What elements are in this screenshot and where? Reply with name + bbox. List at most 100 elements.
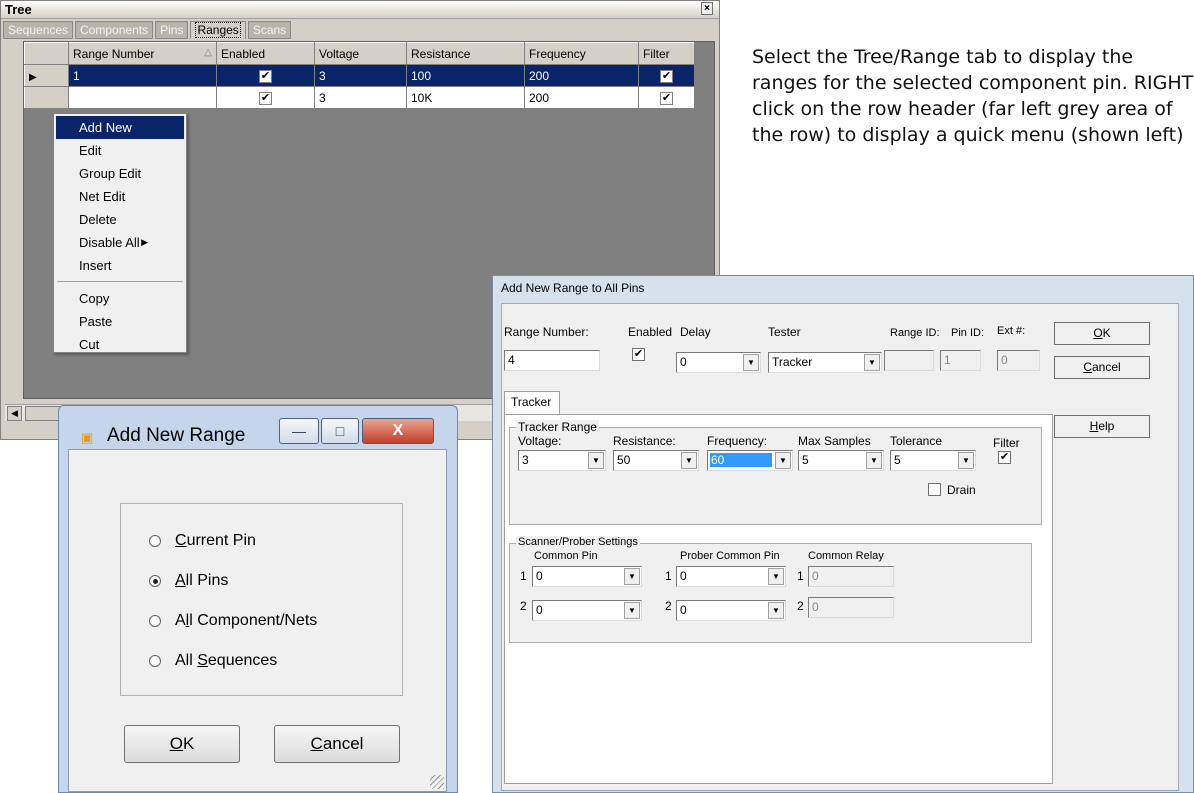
dropdown-icon[interactable]: ▼ (864, 354, 880, 371)
dropdown-icon[interactable]: ▼ (588, 452, 604, 469)
dropdown-icon[interactable]: ▼ (866, 452, 882, 469)
tab-ranges[interactable]: Ranges (190, 21, 246, 39)
cell-frequency[interactable]: 200 (524, 64, 639, 87)
dropdown-icon[interactable]: ▼ (768, 568, 784, 585)
max-samples-select[interactable]: 5 ▼ (798, 450, 884, 471)
tab-scans[interactable]: Scans (247, 21, 292, 39)
cell-resistance[interactable]: 10K (406, 86, 525, 109)
cell-filter[interactable]: ✔ (638, 64, 695, 87)
col-resistance[interactable]: Resistance (406, 42, 525, 65)
menu-item-edit[interactable]: Edit (54, 139, 186, 162)
tab-sequences[interactable]: Sequences (3, 21, 74, 39)
radio-button[interactable] (149, 535, 161, 547)
common-pin-2-select[interactable]: 0 ▼ (532, 600, 642, 621)
menu-item-group-edit[interactable]: Group Edit (54, 162, 186, 185)
col-voltage[interactable]: Voltage (314, 42, 407, 65)
menu-item-copy[interactable]: Copy (54, 287, 186, 310)
ok-button[interactable]: OK (124, 725, 240, 763)
label-part: urrent Pin (186, 532, 256, 549)
dropdown-icon[interactable]: ▼ (775, 452, 791, 469)
tab-pins[interactable]: Pins (155, 21, 189, 39)
row-number: 2 (520, 599, 527, 613)
check-icon[interactable]: ✔ (259, 70, 272, 83)
row-header[interactable]: ▶ (24, 64, 69, 87)
resistance-select[interactable]: 50 ▼ (613, 450, 699, 471)
close-icon[interactable]: X (362, 418, 434, 444)
enabled-checkbox[interactable]: ✔ (632, 348, 645, 361)
dropdown-icon[interactable]: ▼ (958, 452, 974, 469)
menu-item-paste[interactable]: Paste (54, 310, 186, 333)
tracker-range-group: Tracker Range Voltage: Resistance: Frequ… (509, 420, 1042, 525)
radio-button[interactable] (149, 615, 161, 627)
row-header[interactable] (24, 86, 69, 109)
cell-range-number[interactable] (68, 86, 217, 109)
radio-all-pins[interactable]: All Pins (149, 570, 228, 592)
menu-item-insert[interactable]: Insert (54, 254, 186, 277)
radio-all-sequences[interactable]: All Sequences (149, 650, 277, 672)
dialog-title: Add New Range to All Pins (501, 281, 645, 295)
ok-rest: K (1102, 326, 1111, 340)
menu-item-add-new[interactable]: Add New (56, 116, 184, 139)
resize-grip-icon[interactable] (430, 775, 444, 789)
check-icon[interactable]: ✔ (660, 70, 673, 83)
prober-common-pin-2-select[interactable]: 0 ▼ (676, 600, 786, 621)
check-icon[interactable]: ✔ (259, 92, 272, 105)
minimize-icon[interactable]: — (279, 418, 319, 444)
common-pin-1-select[interactable]: 0 ▼ (532, 566, 642, 587)
cancel-button[interactable]: Cancel (1054, 356, 1150, 379)
menu-item-disable-all[interactable]: Disable All ▶ (54, 231, 186, 254)
range-number-label: Range Number: (504, 325, 589, 339)
dropdown-icon[interactable]: ▼ (681, 452, 697, 469)
dropdown-icon[interactable]: ▼ (624, 602, 640, 619)
radio-current-pin[interactable]: Current Pin (149, 530, 256, 552)
cell-enabled[interactable]: ✔ (216, 86, 315, 109)
check-icon: ✔ (999, 451, 1010, 463)
prober-common-pin-1-select[interactable]: 0 ▼ (676, 566, 786, 587)
maximize-icon[interactable]: □ (321, 418, 359, 444)
cell-enabled[interactable]: ✔ (216, 64, 315, 87)
tab-components[interactable]: Components (75, 21, 154, 39)
sort-icon: △ (204, 46, 212, 58)
radio-button[interactable] (149, 655, 161, 667)
radio-button[interactable] (149, 575, 161, 587)
help-button[interactable]: Help (1054, 415, 1150, 438)
dropdown-icon[interactable]: ▼ (743, 354, 759, 371)
col-filter[interactable]: Filter (638, 42, 695, 65)
check-icon[interactable]: ✔ (660, 92, 673, 105)
menu-item-delete[interactable]: Delete (54, 208, 186, 231)
delay-select[interactable]: 0 ▼ (676, 352, 761, 373)
enabled-label: Enabled (628, 325, 673, 339)
tab-tracker[interactable]: Tracker (504, 391, 560, 414)
frequency-select[interactable]: 60 ▼ (707, 450, 793, 471)
table-row[interactable]: ✔ 3 10K 200 ✔ (24, 86, 695, 109)
col-frequency[interactable]: Frequency (524, 42, 639, 65)
col-enabled[interactable]: Enabled (216, 42, 315, 65)
tester-select[interactable]: Tracker ▼ (768, 352, 882, 373)
col-range-number[interactable]: Range Number △ (68, 42, 217, 65)
dropdown-icon[interactable]: ▼ (624, 568, 640, 585)
scroll-left-icon[interactable]: ◀ (7, 406, 22, 421)
close-icon[interactable]: × (701, 2, 713, 15)
drain-checkbox[interactable] (928, 483, 941, 496)
row-number: 2 (665, 599, 672, 613)
tolerance-select[interactable]: 5 ▼ (890, 450, 976, 471)
table-row[interactable]: ▶ 1 ✔ 3 100 200 ✔ (24, 64, 695, 87)
menu-item-net-edit[interactable]: Net Edit (54, 185, 186, 208)
cell-range-number[interactable]: 1 (68, 64, 217, 87)
row-number: 1 (797, 569, 804, 583)
range-number-input[interactable]: 4 (504, 350, 600, 371)
cell-frequency[interactable]: 200 (524, 86, 639, 109)
cell-resistance[interactable]: 100 (406, 64, 525, 87)
cell-filter[interactable]: ✔ (638, 86, 695, 109)
filter-checkbox[interactable]: ✔ (998, 451, 1011, 464)
ok-accel: O (169, 734, 183, 753)
ok-button[interactable]: OK (1054, 322, 1150, 345)
cell-voltage[interactable]: 3 (314, 86, 407, 109)
dropdown-icon[interactable]: ▼ (768, 602, 784, 619)
radio-label: Current Pin (175, 532, 256, 550)
voltage-select[interactable]: 3 ▼ (518, 450, 606, 471)
cancel-button[interactable]: Cancel (274, 725, 400, 763)
radio-all-component-nets[interactable]: All Component/Nets (149, 610, 317, 632)
cell-voltage[interactable]: 3 (314, 64, 407, 87)
menu-item-cut[interactable]: Cut (54, 333, 186, 356)
